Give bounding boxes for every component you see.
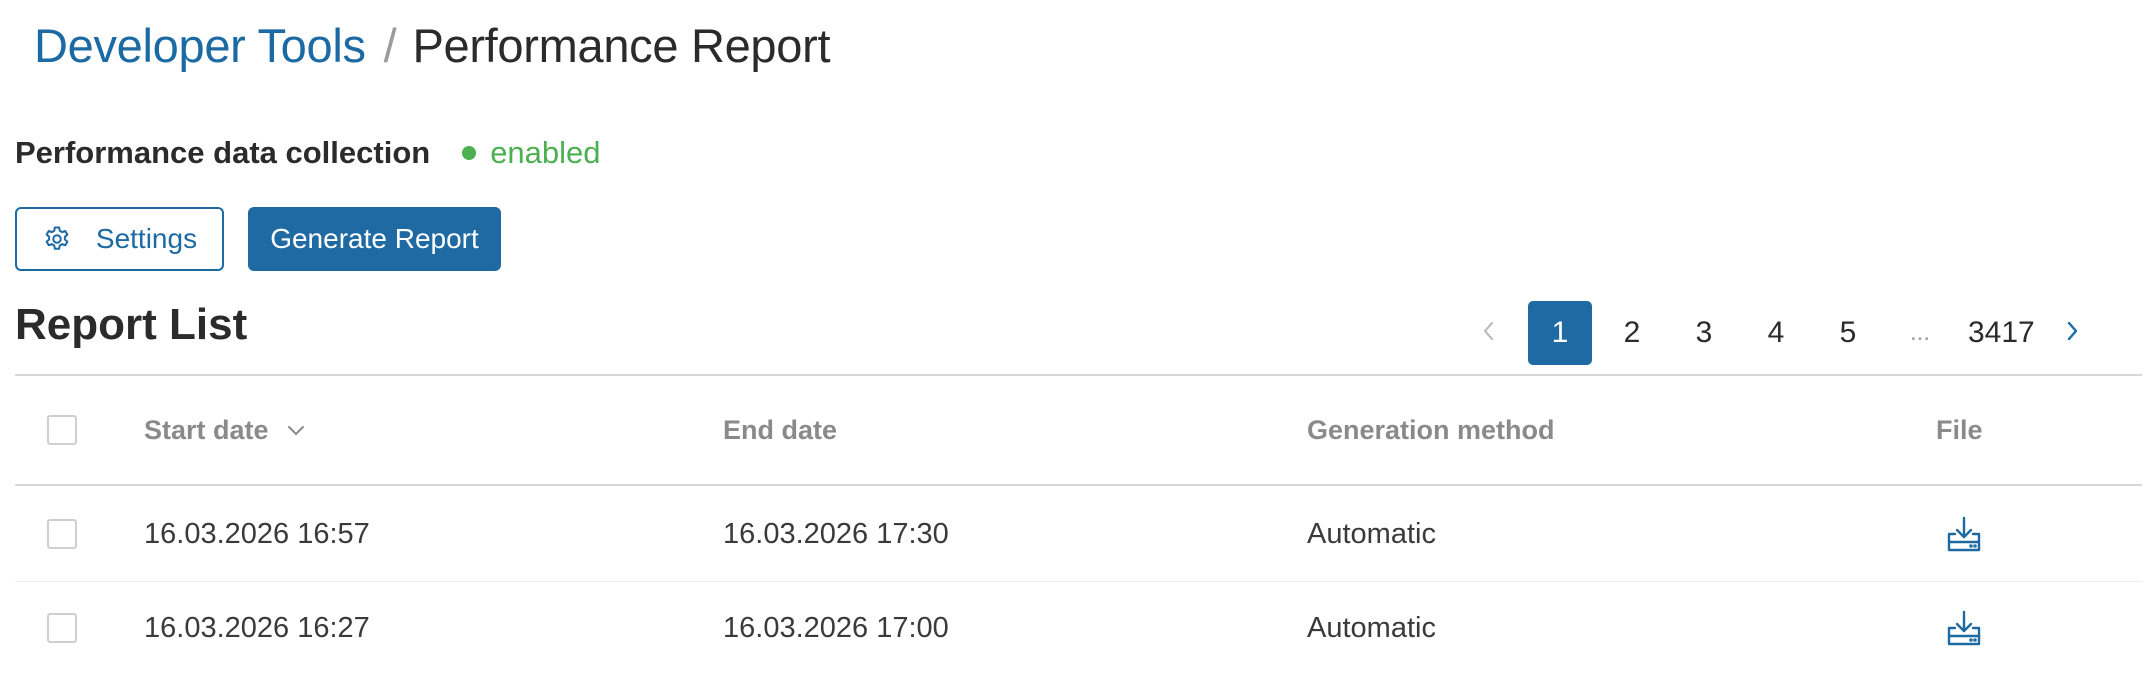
- settings-button[interactable]: Settings: [15, 207, 224, 271]
- table-header: Start date End date Generation method Fi…: [15, 376, 2142, 484]
- gear-icon: [42, 224, 72, 254]
- page-1-button[interactable]: 1: [1528, 301, 1592, 365]
- status-label: Performance data collection: [15, 135, 431, 170]
- row-start-date: 16.03.2026 16:57: [144, 518, 370, 550]
- page-4-button[interactable]: 4: [1744, 301, 1808, 365]
- chevron-left-icon: [1481, 320, 1497, 347]
- table-row: 16.03.2026 16:27 16.03.2026 17:00 Automa…: [15, 582, 2142, 675]
- collection-status: Performance data collection enabled: [15, 135, 601, 171]
- breadcrumb-separator: /: [383, 19, 397, 72]
- chevron-down-icon: [285, 423, 307, 437]
- generate-report-button-label: Generate Report: [270, 223, 479, 254]
- column-start-date-label: Start date: [144, 414, 269, 445]
- page-title: Performance Report: [412, 19, 831, 72]
- breadcrumb-developer-tools-link[interactable]: Developer Tools: [34, 18, 366, 73]
- column-generation-method: Generation method: [1307, 414, 1555, 445]
- pagination: 1 2 3 4 5 ... 3417: [1464, 301, 2097, 365]
- chevron-right-icon: [2064, 320, 2080, 347]
- next-page-button[interactable]: [2047, 301, 2097, 365]
- prev-page-button[interactable]: [1464, 301, 1514, 365]
- column-end-date: End date: [723, 414, 838, 445]
- row-checkbox[interactable]: [47, 613, 77, 643]
- last-page-button[interactable]: 3417: [1960, 301, 2043, 365]
- download-icon[interactable]: [1944, 582, 1984, 675]
- download-icon[interactable]: [1944, 488, 1984, 581]
- page-3-button[interactable]: 3: [1672, 301, 1736, 365]
- page-2-button[interactable]: 2: [1600, 301, 1664, 365]
- row-end-date: 16.03.2026 17:00: [723, 612, 949, 644]
- generate-report-button[interactable]: Generate Report: [248, 207, 501, 271]
- status-value: enabled: [490, 135, 601, 170]
- row-start-date: 16.03.2026 16:27: [144, 612, 370, 644]
- row-end-date: 16.03.2026 17:30: [723, 518, 949, 550]
- status-indicator-dot: [462, 146, 477, 160]
- report-list-title: Report List: [15, 300, 248, 349]
- row-checkbox[interactable]: [47, 519, 77, 549]
- table-header-divider: [15, 484, 2142, 486]
- table-row: 16.03.2026 16:57 16.03.2026 17:30 Automa…: [15, 488, 2142, 581]
- pagination-ellipsis: ...: [1909, 319, 1930, 346]
- column-start-date[interactable]: Start date: [144, 376, 307, 484]
- settings-button-label: Settings: [95, 223, 198, 254]
- page-5-button[interactable]: 5: [1816, 301, 1880, 365]
- row-generation-method: Automatic: [1307, 612, 1436, 644]
- breadcrumb: Developer Tools / Performance Report: [34, 18, 831, 73]
- performance-report-page: Developer Tools / Performance Report Per…: [0, 0, 2156, 659]
- column-file: File: [1936, 414, 1983, 445]
- select-all-checkbox[interactable]: [47, 415, 77, 445]
- row-generation-method: Automatic: [1307, 518, 1436, 550]
